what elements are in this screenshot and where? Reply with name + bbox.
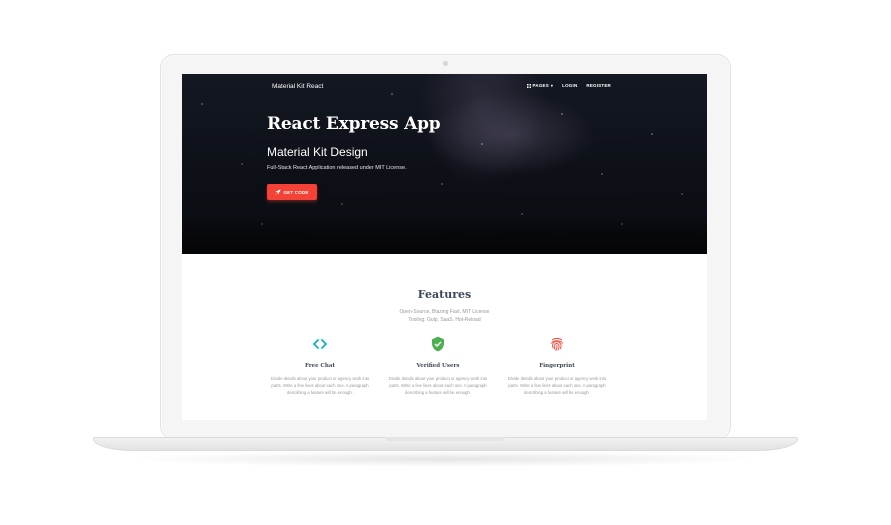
laptop-notch [385,437,505,441]
caret-down-icon: ▾ [550,82,554,88]
feature-desc-line: parts. Write a few lines about each one.… [271,383,369,388]
get-code-label: GET CODE [283,189,309,195]
hero-title: React Express App [267,114,441,134]
features-desc-line-1: Open-Source, Blazing Fast, MIT License [399,309,490,315]
feature-card-verified-users: Verified Users Divide details about your… [388,336,488,396]
feature-title: Free Chat [304,363,336,369]
feature-desc-line: parts. Write a few lines about each one.… [508,383,606,388]
hero-section: Material Kit React PAGES ▾ LOGIN REGISTE… [182,74,707,254]
horizon-gradient [182,218,707,254]
feature-card-free-chat: Free Chat Divide details about your prod… [270,336,370,396]
brand-link[interactable]: Material Kit React [272,83,323,90]
feature-desc-line: describing a feature will be enough. [524,390,590,395]
feature-title: Verified Users [416,363,460,369]
hero-subtitle: Material Kit Design [267,145,368,159]
feature-desc-line: describing a feature will be enough. [405,390,471,395]
feature-card-fingerprint: Fingerprint Divide details about your pr… [507,336,607,396]
nav-login-link[interactable]: LOGIN [562,83,577,88]
code-icon [312,338,328,350]
top-navbar: Material Kit React PAGES ▾ LOGIN REGISTE… [182,74,707,102]
webcam [443,61,448,66]
nav-register-link[interactable]: REGISTER [586,83,611,88]
laptop-shadow [120,451,770,467]
feature-desc-line: Divide details about your product or age… [270,376,370,381]
nav-links: PAGES ▾ LOGIN REGISTER [526,82,612,88]
apps-grid-icon [526,83,531,88]
feature-desc-line: describing a feature will be enough. [287,390,353,395]
fingerprint-icon [551,338,563,351]
feature-title: Fingerprint [539,363,575,369]
features-desc-line-2: Tooling: Gulp, SaaS, Hot-Reload [408,317,481,323]
features-title: Features [417,288,472,301]
nav-pages-dropdown[interactable]: PAGES ▾ [526,82,554,88]
hero-description: Full-Stack React Application released un… [267,165,407,171]
feature-desc-line: Divide details about your product or age… [388,376,488,381]
get-code-button[interactable]: GET CODE [267,184,317,200]
nav-pages-label: PAGES [532,83,549,88]
feature-description: Divide details about your product or age… [270,375,370,396]
rocket-icon [275,189,281,195]
features-description: Open-Source, Blazing Fast, MIT License T… [182,308,707,324]
laptop-screen: Material Kit React PAGES ▾ LOGIN REGISTE… [182,74,707,420]
verified-shield-icon [432,336,444,352]
feature-description: Divide details about your product or age… [388,375,488,396]
feature-desc-line: Divide details about your product or age… [507,376,607,381]
feature-desc-line: parts. Write a few lines about each one.… [389,383,487,388]
feature-description: Divide details about your product or age… [507,375,607,396]
